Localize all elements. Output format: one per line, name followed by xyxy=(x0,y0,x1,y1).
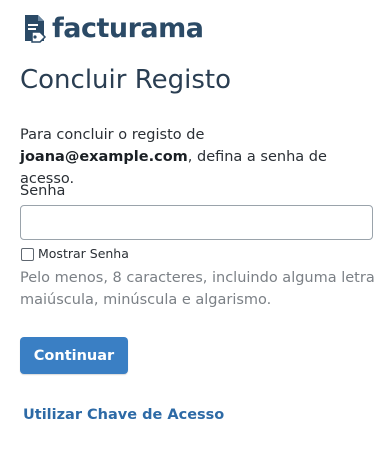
document-tag-icon xyxy=(25,15,47,43)
access-key-link[interactable]: Utilizar Chave de Acesso xyxy=(23,405,224,425)
page-title: Concluir Registo xyxy=(20,65,231,95)
registration-page: facturama Concluir Registo Para concluir… xyxy=(0,0,392,451)
password-input[interactable] xyxy=(20,205,373,240)
intro-text-before: Para concluir o registo de xyxy=(20,127,205,143)
show-password-toggle[interactable]: Mostrar Senha xyxy=(20,245,129,263)
intro-text: Para concluir o registo de joana@example… xyxy=(20,124,380,190)
brand-logo: facturama xyxy=(22,12,204,46)
show-password-label[interactable]: Mostrar Senha xyxy=(38,245,129,263)
continue-button[interactable]: Continuar xyxy=(20,337,128,374)
user-email: joana@example.com xyxy=(20,149,188,165)
password-hint: Pelo menos, 8 caracteres, incluindo algu… xyxy=(20,270,375,308)
show-password-checkbox[interactable] xyxy=(21,247,34,261)
password-label: Senha xyxy=(20,183,66,199)
brand-name: facturama xyxy=(52,13,204,44)
